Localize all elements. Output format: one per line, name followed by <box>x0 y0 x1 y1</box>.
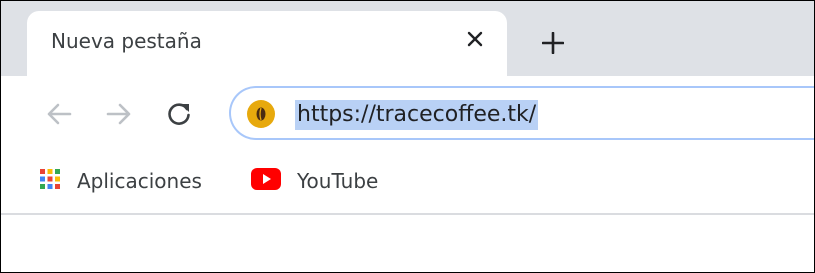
toolbar: https://tracecoffee.tk/ <box>1 76 814 151</box>
arrow-left-icon[interactable] <box>43 98 75 130</box>
tab-strip: Nueva pestaña <box>1 1 814 76</box>
browser-window: Nueva pestaña https://tracecoffee.tk/ Ap… <box>0 0 815 273</box>
bookmarks-bar: Aplicaciones YouTube <box>1 151 814 215</box>
plus-icon[interactable] <box>533 23 573 63</box>
apps-grid-icon <box>39 168 61 194</box>
url-text[interactable]: https://tracecoffee.tk/ <box>295 100 539 130</box>
bookmark-youtube[interactable]: YouTube <box>251 167 378 195</box>
bookmark-label: Aplicaciones <box>77 169 202 193</box>
coffee-bean-icon <box>247 100 275 128</box>
address-bar[interactable]: https://tracecoffee.tk/ <box>229 86 814 140</box>
close-icon[interactable] <box>459 23 491 55</box>
reload-icon[interactable] <box>163 98 195 130</box>
bookmark-aplicaciones[interactable]: Aplicaciones <box>39 167 202 195</box>
youtube-icon <box>251 168 281 194</box>
page-content <box>1 215 814 272</box>
active-tab[interactable]: Nueva pestaña <box>27 11 507 76</box>
tab-title: Nueva pestaña <box>51 29 202 53</box>
bookmark-label: YouTube <box>297 169 379 193</box>
arrow-right-icon[interactable] <box>103 98 135 130</box>
